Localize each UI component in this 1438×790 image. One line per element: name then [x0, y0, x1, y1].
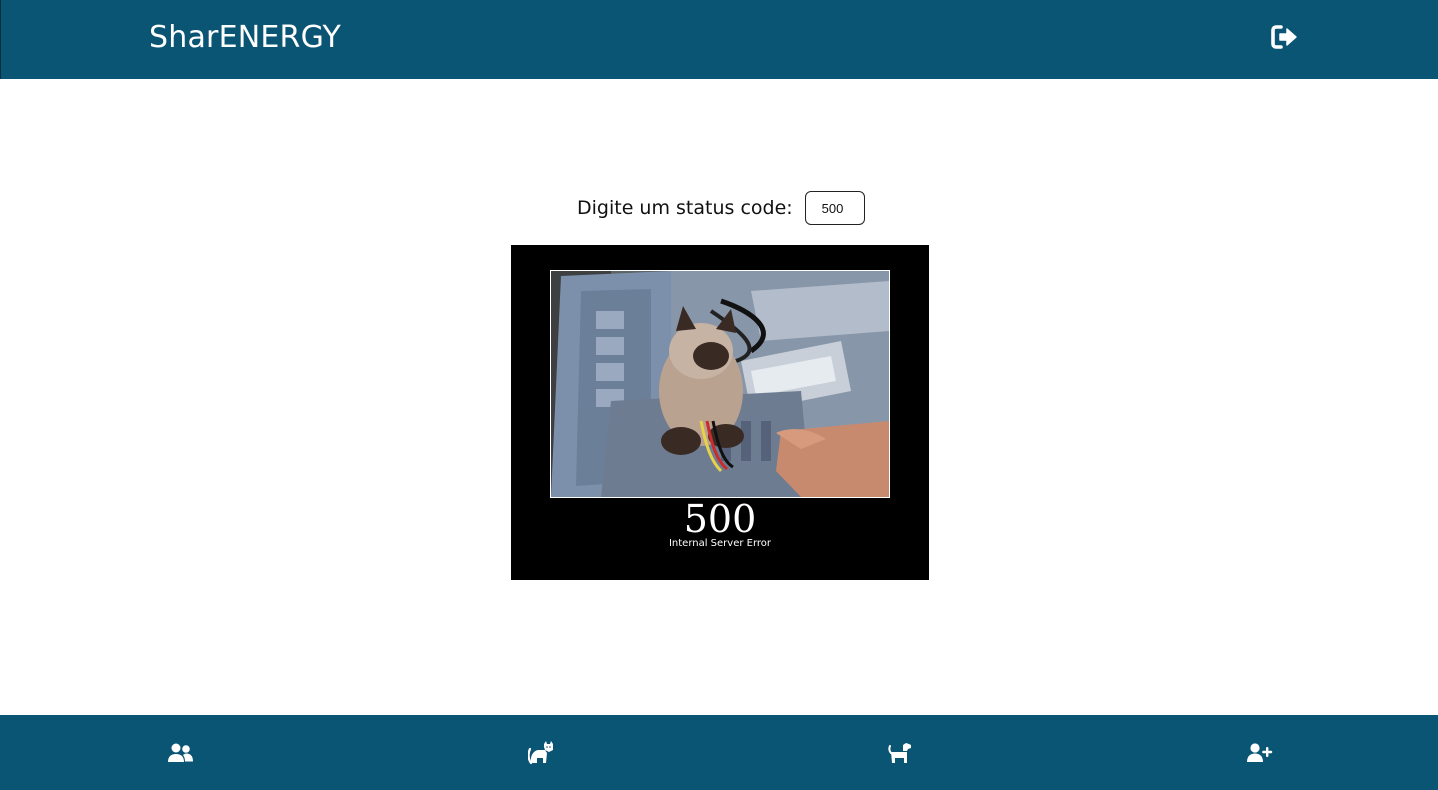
page: SharENERGY Digite um status code: 500 50…: [0, 0, 1438, 790]
status-code-row: Digite um status code:: [577, 190, 865, 226]
top-header: SharENERGY: [0, 0, 1438, 79]
nav-cats-button[interactable]: [527, 739, 555, 767]
bottom-nav: [0, 715, 1438, 790]
http-cat-image: 500 Internal Server Error: [511, 245, 929, 580]
cat-icon: [528, 741, 553, 765]
status-code-number: 500: [683, 497, 757, 541]
sign-out-icon: [1271, 25, 1297, 49]
users-icon: [168, 743, 193, 762]
dog-icon: [888, 743, 911, 763]
nav-add-user-button[interactable]: [1246, 739, 1274, 767]
brand-title: SharENERGY: [149, 20, 342, 55]
cat-photo: [550, 270, 890, 498]
main-content: Digite um status code: 500 500 Internal …: [0, 79, 1438, 715]
status-code-label: Digite um status code:: [577, 197, 793, 219]
nav-dogs-button[interactable]: [886, 739, 914, 767]
status-code-description: Internal Server Error: [668, 538, 772, 549]
logout-button[interactable]: [1271, 24, 1299, 50]
nav-users-button[interactable]: [166, 739, 194, 767]
status-code-input[interactable]: [804, 191, 865, 225]
user-plus-icon: [1247, 743, 1273, 762]
